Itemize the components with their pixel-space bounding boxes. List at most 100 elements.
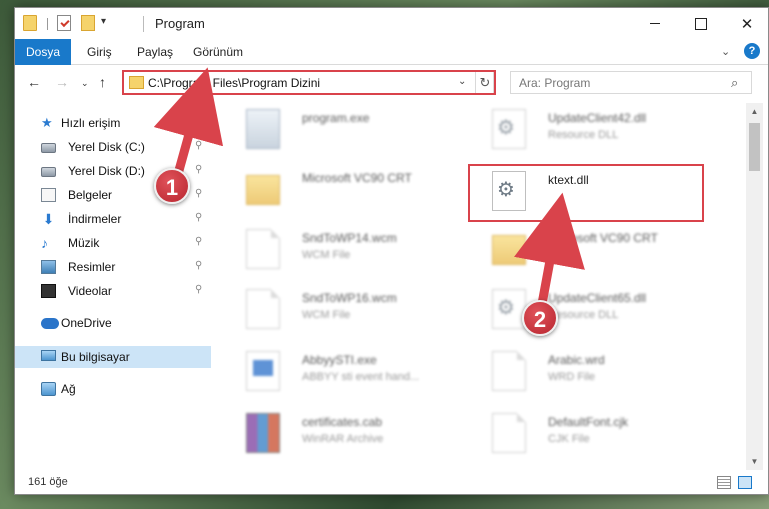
- file-type: WCM File: [302, 309, 351, 321]
- pin-icon[interactable]: ⚲: [195, 140, 202, 151]
- file-name: Arabic.wrd: [548, 353, 605, 367]
- music-icon: ♪: [41, 235, 48, 251]
- file-item[interactable]: AbbyySTI.exe ABBYY sti event hand...: [234, 345, 474, 401]
- step-badge-2: 2: [522, 300, 558, 336]
- properties-icon[interactable]: [57, 15, 71, 31]
- close-button[interactable]: ✕: [724, 8, 769, 39]
- sidebar-item-label: Yerel Disk (D:): [68, 164, 145, 178]
- pin-icon[interactable]: ⚲: [195, 284, 202, 295]
- ribbon-tabs: Dosya Giriş Paylaş Görünüm ⌄ ?: [15, 39, 768, 65]
- tab-home[interactable]: Giriş: [77, 39, 122, 65]
- file-item[interactable]: UpdateClient65.dll Resource DLL: [480, 283, 720, 339]
- file-name: Microsoft VC90 CRT: [302, 171, 412, 185]
- scroll-up-icon[interactable]: ▲: [746, 103, 763, 120]
- computer-icon: [41, 350, 56, 361]
- vertical-scrollbar[interactable]: ▲ ▼: [746, 103, 763, 470]
- sidebar-item-label: Müzik: [68, 236, 100, 250]
- onedrive-icon: [41, 318, 59, 329]
- status-bar: 161 öğe: [15, 472, 768, 494]
- quick-access-dropdown-icon[interactable]: ▾: [101, 16, 106, 27]
- step-badge-1: 1: [154, 168, 190, 204]
- file-type: Resource DLL: [548, 309, 619, 321]
- file-item[interactable]: Arabic.wrd WRD File: [480, 345, 720, 401]
- file-name: DefaultFont.cjk: [548, 415, 629, 429]
- file-item[interactable]: certificates.cab WinRAR Archive: [234, 407, 474, 463]
- title-bar: ▾ Program ✕: [15, 8, 768, 39]
- ribbon-expand-icon[interactable]: ⌄: [721, 45, 730, 58]
- sidebar-item-this-pc[interactable]: Bu bilgisayar: [15, 346, 211, 368]
- tab-share[interactable]: Paylaş: [127, 39, 183, 65]
- explorer-window: ▾ Program ✕ Dosya Giriş Paylaş Görünüm ⌄…: [14, 7, 769, 495]
- search-icon[interactable]: ⌕: [731, 75, 738, 91]
- back-arrow-icon[interactable]: ←: [27, 74, 41, 90]
- pin-icon[interactable]: ⚲: [195, 164, 202, 175]
- file-item[interactable]: SndToWP14.wcm WCM File: [234, 223, 474, 279]
- tab-view[interactable]: Görünüm: [183, 39, 253, 65]
- quick-access-separator: [47, 18, 48, 30]
- pin-icon[interactable]: ⚲: [195, 188, 202, 199]
- sidebar-item-music[interactable]: ♪ Müzik ⚲: [15, 232, 211, 254]
- file-type: WinRAR Archive: [302, 433, 384, 445]
- sidebar-item-label: Hızlı erişim: [61, 116, 121, 130]
- sidebar-item-label: OneDrive: [61, 316, 112, 330]
- file-item[interactable]: UpdateClient42.dll Resource DLL: [480, 103, 720, 159]
- tab-file[interactable]: Dosya: [15, 39, 71, 65]
- file-type: Resource DLL: [548, 129, 619, 141]
- sidebar-item-quick-access[interactable]: ★ Hızlı erişim: [15, 112, 211, 134]
- sidebar-item-label: Bu bilgisayar: [61, 350, 130, 364]
- navigation-bar: ← → ⌄ ↑ C:\Program Files\Program Dizini …: [15, 65, 768, 99]
- sidebar-item-pictures[interactable]: Resimler ⚲: [15, 256, 211, 278]
- folder-icon: [492, 235, 526, 265]
- file-icon: [492, 413, 526, 453]
- scroll-down-icon[interactable]: ▼: [746, 453, 763, 470]
- large-icons-view-icon[interactable]: [738, 476, 752, 489]
- pin-icon[interactable]: ⚲: [195, 236, 202, 247]
- file-highlight-box: [468, 164, 704, 222]
- sidebar-item-label: Resimler: [68, 260, 116, 274]
- item-count: 161 öğe: [28, 476, 68, 488]
- address-highlight-box: [122, 70, 496, 95]
- file-name: UpdateClient65.dll: [548, 291, 647, 305]
- documents-icon: [41, 188, 56, 202]
- recent-locations-icon[interactable]: ⌄: [81, 78, 89, 89]
- file-item[interactable]: program.exe: [234, 103, 474, 159]
- sidebar-item-downloads[interactable]: ⬇ İndirmeler ⚲: [15, 208, 211, 230]
- help-icon[interactable]: ?: [744, 43, 760, 59]
- title-separator: [143, 16, 144, 32]
- file-item[interactable]: SndToWP16.wcm WCM File: [234, 283, 474, 339]
- sidebar-item-disk-c[interactable]: Yerel Disk (C:) ⚲: [15, 136, 211, 158]
- details-view-icon[interactable]: [717, 476, 731, 489]
- up-arrow-icon[interactable]: ↑: [99, 74, 106, 90]
- minimize-button[interactable]: [632, 8, 678, 39]
- sidebar-item-network[interactable]: Ağ: [15, 378, 211, 400]
- file-name: AbbyySTI.exe: [302, 353, 377, 367]
- search-placeholder: Ara: Program: [519, 76, 591, 90]
- sidebar-item-videos[interactable]: Videolar ⚲: [15, 280, 211, 302]
- scroll-thumb[interactable]: [749, 123, 760, 171]
- search-input[interactable]: Ara: Program ⌕: [510, 71, 752, 94]
- app-icon: [246, 351, 280, 391]
- pin-icon[interactable]: ⚲: [195, 212, 202, 223]
- file-icon: [492, 351, 526, 391]
- navigation-pane: ★ Hızlı erişim Yerel Disk (C:) ⚲ Yerel D…: [15, 103, 211, 470]
- file-item[interactable]: Microsoft VC90 CRT: [234, 163, 474, 219]
- new-folder-icon[interactable]: [81, 15, 95, 31]
- network-icon: [41, 382, 56, 396]
- file-item[interactable]: Microsoft VC90 CRT: [480, 223, 720, 279]
- window-title: Program: [155, 16, 205, 31]
- folder-icon[interactable]: [23, 15, 37, 31]
- pin-icon[interactable]: ⚲: [195, 260, 202, 271]
- maximize-button[interactable]: [678, 8, 724, 39]
- file-item[interactable]: DefaultFont.cjk CJK File: [480, 407, 720, 463]
- drive-icon: [41, 143, 56, 153]
- file-icon: [246, 229, 280, 269]
- folder-icon: [246, 175, 280, 205]
- forward-arrow-icon[interactable]: →: [55, 74, 69, 90]
- dll-gear-icon: [492, 289, 526, 329]
- file-name: SndToWP16.wcm: [302, 291, 397, 305]
- sidebar-item-onedrive[interactable]: OneDrive: [15, 312, 211, 334]
- pictures-icon: [41, 260, 56, 274]
- file-type: WRD File: [548, 371, 596, 383]
- rar-icon: [246, 413, 280, 453]
- drive-icon: [41, 167, 56, 177]
